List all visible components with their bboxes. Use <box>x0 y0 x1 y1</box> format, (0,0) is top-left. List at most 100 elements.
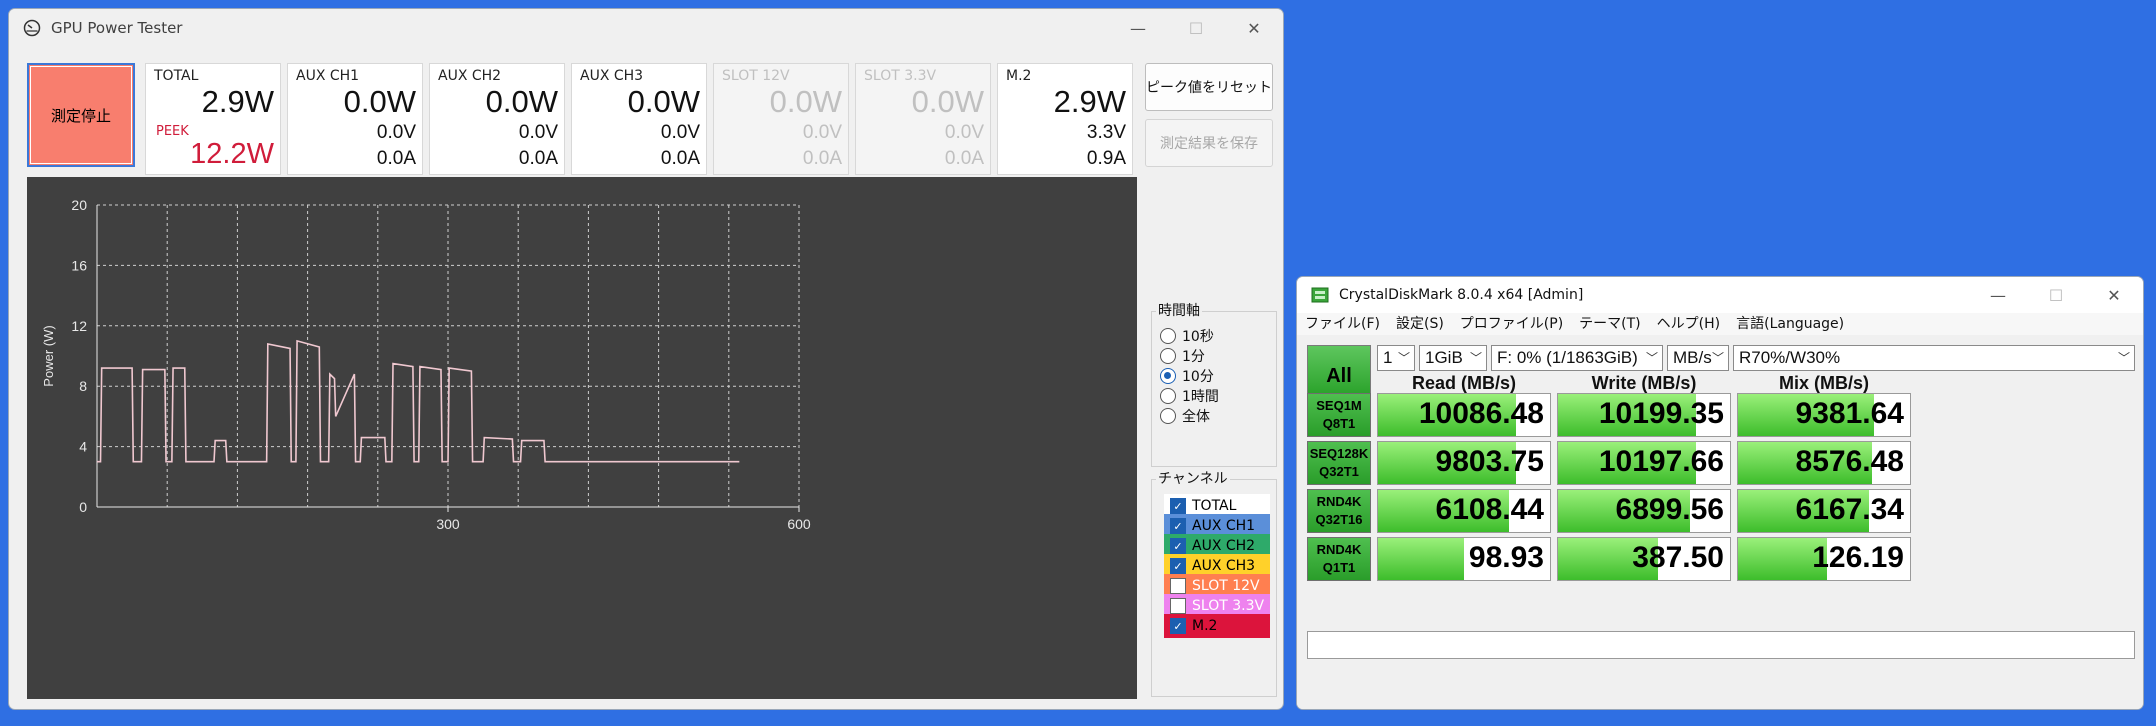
checkbox[interactable]: ✓ <box>1170 538 1186 554</box>
meter-m2: M.2 2.9W 3.3V 0.9A <box>997 63 1133 175</box>
time-axis-group: 時間軸 10秒 1分 10分 1時間全体 <box>1151 300 1277 467</box>
chevron-down-icon: ﹀ <box>2117 351 2130 365</box>
time-axis-option[interactable]: 全体 <box>1160 406 1210 426</box>
time-axis-title: 時間軸 <box>1156 300 1202 320</box>
channel-group: チャンネル ✓ TOTAL ✓ AUX CH1 ✓ AUX CH2 ✓ AUX CH3 SLOT… <box>1151 468 1277 697</box>
test-button[interactable]: SEQ1M Q8T1 <box>1307 393 1371 437</box>
result-cell-mix: 8576.48 <box>1737 441 1911 485</box>
meter-name: TOTAL <box>154 68 199 84</box>
result-value: 98.93 <box>1468 541 1544 574</box>
radio-button[interactable] <box>1160 408 1176 424</box>
chevron-down-icon: ﹀ <box>1469 351 1482 365</box>
channel-label: SLOT 3.3V <box>1192 598 1265 614</box>
save-results-button[interactable]: 測定結果を保存 <box>1145 119 1273 167</box>
checkbox[interactable]: ✓ <box>1170 558 1186 574</box>
result-value: 10199.35 <box>1598 397 1724 430</box>
maximize-button[interactable]: ☐ <box>2027 277 2085 313</box>
cdm-titlebar: CrystalDiskMark 8.0.4 x64 [Admin] — ☐ ✕ <box>1297 277 2143 313</box>
drive-select-value: F: 0% (1/1863GiB) <box>1497 348 1638 367</box>
result-value: 8576.48 <box>1795 445 1904 478</box>
y-tick-label: 8 <box>79 378 87 394</box>
result-cell-write: 6899.56 <box>1557 489 1731 533</box>
checkbox[interactable]: ✓ <box>1170 498 1186 514</box>
test-label: Q8T1 <box>1322 416 1356 431</box>
test-button[interactable]: RND4K Q1T1 <box>1307 537 1371 581</box>
meter-name: SLOT 12V <box>722 68 790 84</box>
close-button[interactable]: ✕ <box>1225 9 1283 47</box>
x-tick-label: 300 <box>436 516 460 532</box>
result-cell-mix: 9381.64 <box>1737 393 1911 437</box>
power-chart-svg: 0 4 8 12 16 20 300 600 Power (W) <box>41 197 811 532</box>
disk-icon <box>1311 287 1329 303</box>
meter-watts: 0.0W <box>485 84 558 119</box>
result-bar <box>1378 538 1464 580</box>
test-button[interactable]: SEQ128K Q32T1 <box>1307 441 1371 485</box>
count-select-value: 1 <box>1383 348 1393 367</box>
meter-amps: 0.0A <box>802 148 842 169</box>
test-label: Q32T1 <box>1319 464 1359 479</box>
meter-name: SLOT 3.3V <box>864 68 937 84</box>
cdm-body: All 1 ﹀ 1GiB ﹀ F: 0% (1/1863GiB) ﹀ MB/s ﹀ R7… <box>1297 335 2143 709</box>
radio-button[interactable] <box>1160 348 1176 364</box>
checkbox[interactable] <box>1170 578 1186 594</box>
window-title: GPU Power Tester <box>51 19 183 37</box>
unit-select[interactable]: MB/s ﹀ <box>1667 345 1729 371</box>
menu-theme[interactable]: テーマ(T) <box>1571 313 1648 335</box>
radio-button[interactable] <box>1160 388 1176 404</box>
result-value: 387.50 <box>1632 541 1724 574</box>
time-axis-option-label: 1分 <box>1182 349 1205 365</box>
peek-label: PEEK <box>156 124 189 139</box>
minimize-button[interactable]: — <box>1969 277 2027 313</box>
time-axis-option-label: 全体 <box>1182 409 1210 425</box>
result-value: 10197.66 <box>1598 445 1724 478</box>
menu-help[interactable]: ヘルプ(H) <box>1649 313 1728 335</box>
test-label: Q1T1 <box>1322 560 1356 575</box>
mix-select-value: R70%/W30% <box>1739 348 1841 367</box>
meter-volts: 0.0V <box>802 122 842 143</box>
meter-name: AUX CH1 <box>296 68 360 84</box>
menu-file[interactable]: ファイル(F) <box>1297 313 1388 335</box>
time-axis-option[interactable]: 10分 <box>1160 366 1214 386</box>
meter-watts: 0.0W <box>627 84 700 119</box>
channel-label: AUX CH1 <box>1192 518 1256 534</box>
time-axis-option[interactable]: 1時間 <box>1160 386 1219 406</box>
checkbox[interactable]: ✓ <box>1170 518 1186 534</box>
time-axis-option[interactable]: 1分 <box>1160 346 1205 366</box>
stop-measurement-button[interactable]: 測定停止 <box>27 63 135 167</box>
y-tick-label: 16 <box>71 257 87 273</box>
menu-language[interactable]: 言語(Language) <box>1728 313 1852 335</box>
maximize-button[interactable]: ☐ <box>1167 9 1225 47</box>
result-cell-read: 6108.44 <box>1377 489 1551 533</box>
channel-label: AUX CH3 <box>1192 558 1256 574</box>
menu-settings[interactable]: 設定(S) <box>1388 313 1452 335</box>
size-select-value: 1GiB <box>1425 348 1463 367</box>
meter-aux-ch3: AUX CH3 0.0W 0.0V 0.0A <box>571 63 707 175</box>
size-select[interactable]: 1GiB ﹀ <box>1419 345 1487 371</box>
mix-select[interactable]: R70%/W30% ﹀ <box>1733 345 2135 371</box>
y-tick-label: 4 <box>79 439 87 455</box>
result-value: 9803.75 <box>1435 445 1544 478</box>
peek-value: 12.2W <box>190 138 274 170</box>
channel-title: チャンネル <box>1156 468 1230 488</box>
time-axis-option[interactable]: 10秒 <box>1160 326 1214 346</box>
meter-aux-ch2: AUX CH2 0.0W 0.0V 0.0A <box>429 63 565 175</box>
radio-button[interactable] <box>1160 368 1176 384</box>
y-tick-label: 0 <box>79 499 87 515</box>
channel-item[interactable]: ✓ M.2 <box>1164 614 1270 638</box>
comment-field[interactable] <box>1307 631 2135 659</box>
count-select[interactable]: 1 ﹀ <box>1377 345 1415 371</box>
minimize-button[interactable]: — <box>1109 9 1167 47</box>
test-button[interactable]: RND4K Q32T16 <box>1307 489 1371 533</box>
checkbox[interactable]: ✓ <box>1170 618 1186 634</box>
checkbox[interactable] <box>1170 598 1186 614</box>
test-label: RND4K <box>1316 494 1362 509</box>
drive-select[interactable]: F: 0% (1/1863GiB) ﹀ <box>1491 345 1663 371</box>
menu-profile[interactable]: プロファイル(P) <box>1452 313 1571 335</box>
power-series-line <box>97 339 740 463</box>
result-cell-read: 10086.48 <box>1377 393 1551 437</box>
reset-peak-button[interactable]: ピーク値をリセット <box>1145 63 1273 111</box>
y-axis-label: Power (W) <box>41 325 56 386</box>
time-axis-option-label: 10秒 <box>1182 329 1214 345</box>
radio-button[interactable] <box>1160 328 1176 344</box>
close-button[interactable]: ✕ <box>2085 277 2143 313</box>
